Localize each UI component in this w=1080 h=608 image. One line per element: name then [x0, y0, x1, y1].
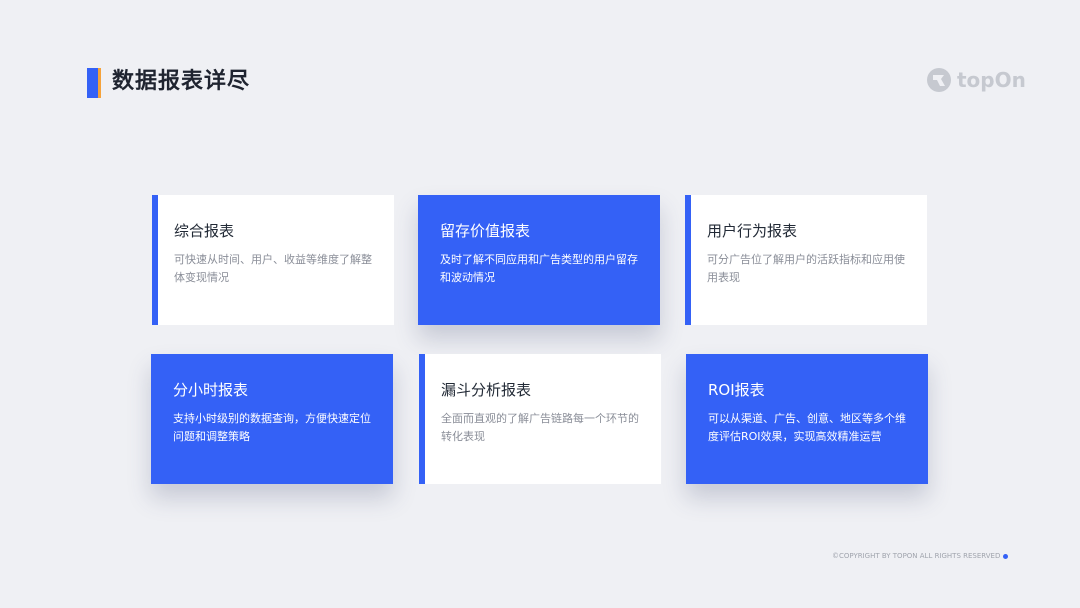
footer-copyright: ©COPYRIGHT BY TOPON ALL RIGHTS RESERVED: [832, 552, 1009, 560]
card-comprehensive-report[interactable]: 综合报表 可快速从时间、用户、收益等维度了解整体变现情况: [152, 195, 394, 325]
card-description: 支持小时级别的数据查询，方便快速定位问题和调整策略: [173, 412, 371, 443]
topon-logo: topOn: [925, 66, 1026, 94]
card-description: 可分广告位了解用户的活跃指标和应用使用表现: [707, 253, 905, 284]
card-title: ROI报表: [708, 381, 765, 399]
card-title: 漏斗分析报表: [441, 381, 532, 399]
page-title: 数据报表详尽: [112, 69, 251, 94]
card-description: 可以从渠道、广告、创意、地区等多个维度评估ROI效果，实现高效精准运营: [708, 412, 906, 443]
card-funnel-analysis-report[interactable]: 漏斗分析报表 全面而直观的了解广告链路每一个环节的转化表现: [419, 354, 661, 484]
card-title: 留存价值报表: [440, 222, 531, 240]
card-title: 用户行为报表: [707, 222, 798, 240]
card-hourly-report[interactable]: 分小时报表 支持小时级别的数据查询，方便快速定位问题和调整策略: [151, 354, 393, 484]
card-description: 全面而直观的了解广告链路每一个环节的转化表现: [441, 412, 639, 443]
card-title: 分小时报表: [173, 381, 249, 399]
title-accent-orange: [98, 68, 101, 98]
card-description: 及时了解不同应用和广告类型的用户留存和波动情况: [440, 253, 638, 284]
title-accent-bar: [87, 68, 103, 98]
topon-logo-icon: [927, 68, 951, 92]
footer-dot-icon: [1003, 553, 1009, 559]
card-description: 可快速从时间、用户、收益等维度了解整体变现情况: [174, 253, 372, 284]
copyright-text: ©COPYRIGHT BY TOPON ALL RIGHTS RESERVED: [832, 552, 1001, 560]
card-title: 综合报表: [174, 222, 235, 240]
card-retention-value-report[interactable]: 留存价值报表 及时了解不同应用和广告类型的用户留存和波动情况: [418, 195, 660, 325]
title-accent-blue: [87, 68, 98, 98]
logo-text: topOn: [957, 68, 1026, 92]
card-roi-report[interactable]: ROI报表 可以从渠道、广告、创意、地区等多个维度评估ROI效果，实现高效精准运…: [686, 354, 928, 484]
card-user-behavior-report[interactable]: 用户行为报表 可分广告位了解用户的活跃指标和应用使用表现: [685, 195, 927, 325]
